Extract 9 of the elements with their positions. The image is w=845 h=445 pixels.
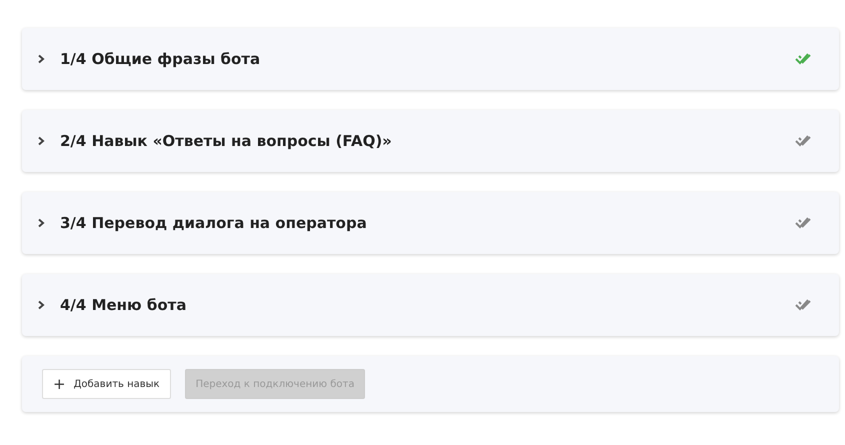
section-header[interactable]: 1/4 Общие фразы бота	[22, 28, 839, 90]
section-title: 2/4 Навык «Ответы на вопросы (FAQ)»	[60, 132, 393, 150]
add-skill-button[interactable]: + Добавить навык	[42, 369, 171, 399]
section-header[interactable]: 2/4 Навык «Ответы на вопросы (FAQ)»	[22, 110, 839, 172]
section-title: 1/4 Общие фразы бота	[60, 50, 262, 68]
section-title: 3/4 Перевод диалога на оператора	[60, 214, 368, 232]
section-header[interactable]: 3/4 Перевод диалога на оператора	[22, 192, 839, 254]
section-header[interactable]: 4/4 Меню бота	[22, 274, 839, 336]
section-title: 4/4 Меню бота	[60, 296, 188, 314]
